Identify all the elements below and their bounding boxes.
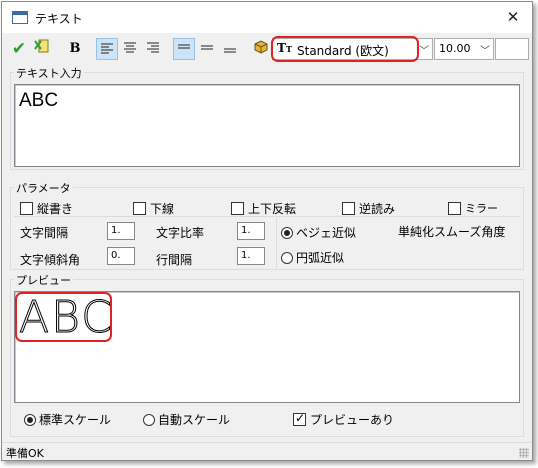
radio-dot[interactable] <box>143 413 155 426</box>
checkbox-label: ミラー <box>465 202 498 215</box>
checkbox-label: プレビューあり <box>310 413 395 427</box>
checkbox-flip[interactable]: 上下反転 <box>231 200 296 217</box>
window-icon <box>12 11 28 24</box>
confirm-check-icon[interactable]: ✔ <box>8 38 30 60</box>
align-right-button[interactable] <box>142 38 164 60</box>
bold-button[interactable]: B <box>64 38 86 60</box>
text-dialog-window: テキスト ✕ ✔ B TT Standard (欧文) ﹀ 10.00 ﹀ テキ… <box>1 1 533 461</box>
divider <box>276 218 277 268</box>
checkbox-label: 逆読み <box>359 202 396 216</box>
valign-bottom-button[interactable] <box>219 38 241 60</box>
radio-label: 自動スケール <box>158 413 231 427</box>
font-size-value: 10.00 <box>439 42 471 55</box>
radio-auto-scale[interactable]: 自動スケール <box>143 411 230 428</box>
radio-label: 円弧近似 <box>296 251 345 265</box>
line-spacing-input[interactable]: 1. <box>237 247 265 265</box>
align-left-button[interactable] <box>96 38 118 60</box>
extra-input-field[interactable] <box>495 38 529 60</box>
parameters-group-label: パラメータ <box>14 180 73 196</box>
title-bar: テキスト ✕ <box>2 2 532 33</box>
cancel-edit-icon[interactable] <box>31 38 53 60</box>
radio-standard-scale[interactable]: 標準スケール <box>24 411 111 428</box>
font-settings-icon[interactable] <box>250 38 272 60</box>
preview-group-label: プレビュー <box>14 272 73 288</box>
char-slant-label: 文字傾斜角 <box>20 253 81 267</box>
radio-dot[interactable] <box>281 251 293 264</box>
status-bar: 準備OK <box>2 442 532 460</box>
status-text: 準備OK <box>6 447 44 460</box>
checkbox-reverse[interactable]: 逆読み <box>342 200 395 217</box>
checkbox-box[interactable] <box>20 202 33 215</box>
text-input-area[interactable]: ABC <box>14 84 520 167</box>
checkbox-label: 縦書き <box>37 202 74 216</box>
simplify-angle-label: 単純化スムーズ角度 <box>398 225 506 239</box>
checkbox-mirror[interactable]: ミラー <box>448 200 498 216</box>
checkbox-vertical[interactable]: 縦書き <box>20 200 73 217</box>
text-input-value: ABC <box>19 90 59 111</box>
toolbar: ✔ B TT Standard (欧文) ﹀ 10.00 ﹀ <box>2 35 532 63</box>
char-spacing-input[interactable]: 1. <box>107 222 135 240</box>
font-size-select[interactable]: 10.00 ﹀ <box>434 38 494 60</box>
divider <box>14 216 520 217</box>
radio-label: 標準スケール <box>39 413 112 427</box>
checkbox-box[interactable] <box>448 201 461 215</box>
radio-dot[interactable] <box>281 226 293 239</box>
checkbox-box[interactable] <box>342 202 355 215</box>
chevron-down-icon: ﹀ <box>480 46 490 57</box>
checkbox-underline[interactable]: 下線 <box>133 200 174 217</box>
text-input-group-label: テキスト入力 <box>14 65 84 81</box>
align-center-button[interactable] <box>119 38 141 60</box>
valign-middle-button[interactable] <box>196 38 218 60</box>
radio-arc[interactable]: 円弧近似 <box>281 249 344 266</box>
checkbox-show-preview[interactable]: プレビューあり <box>293 411 394 428</box>
font-select-highlight <box>271 36 419 62</box>
preview-highlight <box>15 292 112 342</box>
chevron-down-icon: ﹀ <box>419 46 429 57</box>
checkbox-label: 下線 <box>150 202 175 216</box>
checkbox-label: 上下反転 <box>248 202 297 216</box>
char-ratio-input[interactable]: 1. <box>237 222 265 240</box>
char-spacing-label: 文字間隔 <box>20 226 69 240</box>
radio-label: ベジェ近似 <box>296 226 357 240</box>
radio-bezier[interactable]: ベジェ近似 <box>281 224 356 241</box>
close-button[interactable]: ✕ <box>502 6 524 28</box>
valign-top-button[interactable] <box>173 38 195 60</box>
window-title: テキスト <box>35 12 83 26</box>
char-slant-input[interactable]: 0. <box>107 247 135 265</box>
resize-grip-icon[interactable] <box>519 448 529 458</box>
char-ratio-label: 文字比率 <box>156 226 205 240</box>
checkbox-box[interactable] <box>293 411 306 426</box>
line-spacing-label: 行間隔 <box>156 253 193 267</box>
checkbox-box[interactable] <box>231 202 244 215</box>
checkbox-box[interactable] <box>133 202 146 215</box>
radio-dot[interactable] <box>24 413 36 426</box>
